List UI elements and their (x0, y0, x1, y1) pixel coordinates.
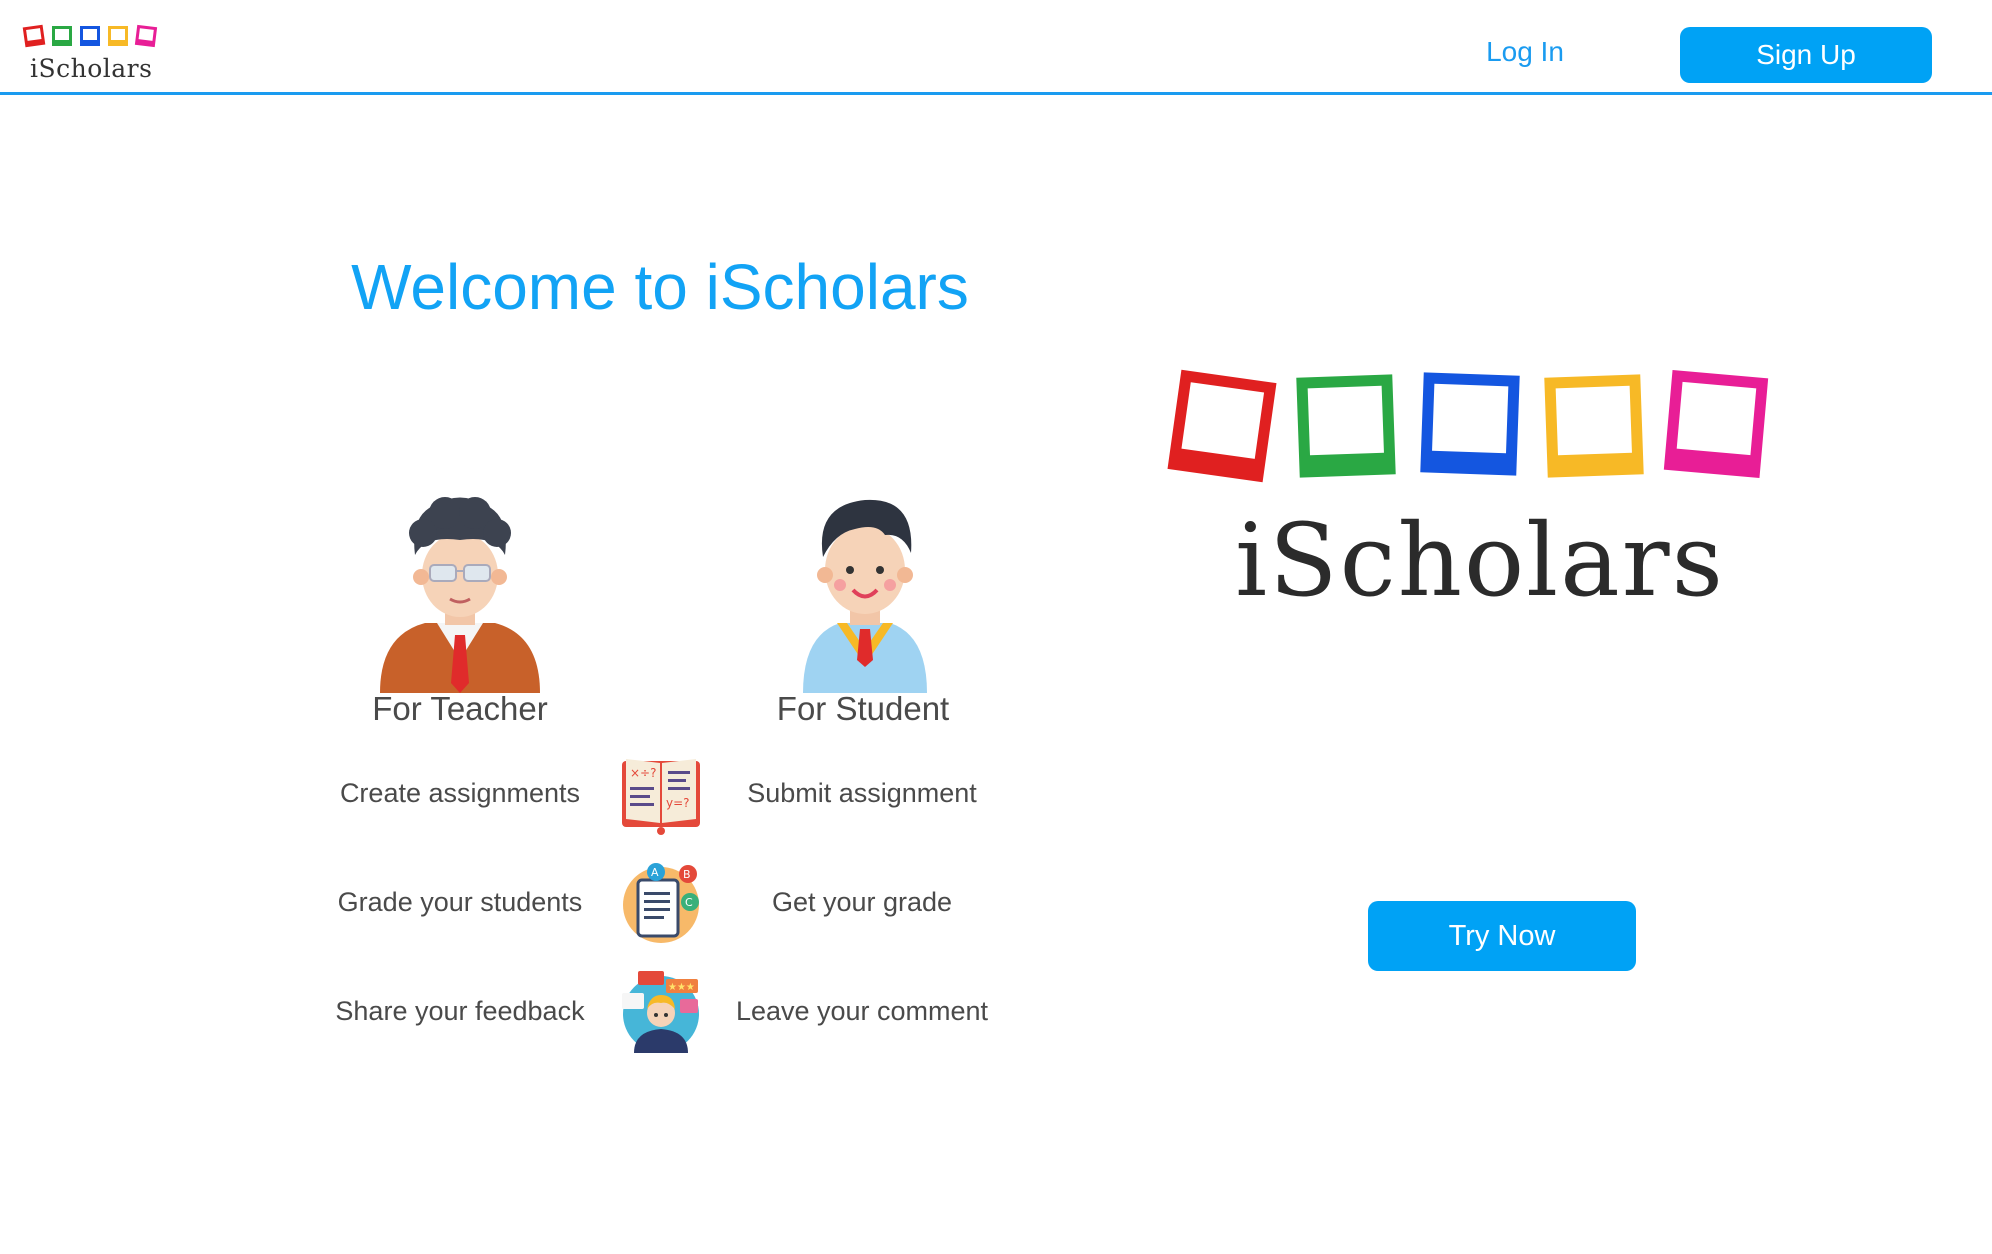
signup-button[interactable]: Sign Up (1680, 27, 1932, 83)
student-avatar-icon (803, 499, 927, 693)
top-navbar: iScholars Log In Sign Up (0, 0, 1992, 95)
feature-teacher-create: Create assignments (339, 778, 581, 808)
svg-text:★★★: ★★★ (668, 982, 695, 993)
pink-frame-icon (134, 24, 158, 48)
feature-student-grade: Get your grade (771, 887, 953, 917)
hero-red-frame-icon (1167, 369, 1277, 483)
hero-green-frame-icon (1296, 374, 1396, 478)
hero-logo-text: iScholars (1235, 502, 1725, 619)
open-book-icon: ×÷? y=? (622, 759, 700, 835)
feature-student-submit: Submit assignment (747, 778, 977, 808)
svg-text:y=?: y=? (666, 796, 690, 810)
hero-yellow-frame-icon (1544, 374, 1644, 478)
hero-pink-frame-icon (1663, 370, 1769, 478)
blue-frame-icon (80, 26, 100, 46)
svg-text:A: A (651, 866, 659, 879)
welcome-title: Welcome to iScholars (351, 251, 969, 323)
feature-teacher-grade: Grade your students (337, 887, 583, 917)
red-frame-icon (22, 24, 46, 48)
svg-text:B: B (683, 868, 691, 881)
teacher-avatar-icon (380, 497, 540, 693)
svg-text:C: C (685, 896, 693, 909)
feedback-person-icon: ★★★ (622, 971, 699, 1053)
try-now-button[interactable]: Try Now (1368, 901, 1636, 971)
feature-teacher-feedback: Share your feedback (335, 996, 585, 1026)
header-logo-text: iScholars (30, 54, 153, 83)
login-link[interactable]: Log In (1450, 36, 1600, 68)
graded-paper-icon: A B C (623, 863, 699, 943)
for-teacher-label: For Teacher (372, 690, 548, 727)
svg-text:×÷?: ×÷? (630, 766, 656, 780)
hero-blue-frame-icon (1420, 372, 1520, 476)
green-frame-icon (52, 26, 72, 46)
yellow-frame-icon (108, 26, 128, 46)
feature-student-comment: Leave your comment (735, 996, 989, 1026)
for-student-label: For Student (776, 690, 950, 727)
